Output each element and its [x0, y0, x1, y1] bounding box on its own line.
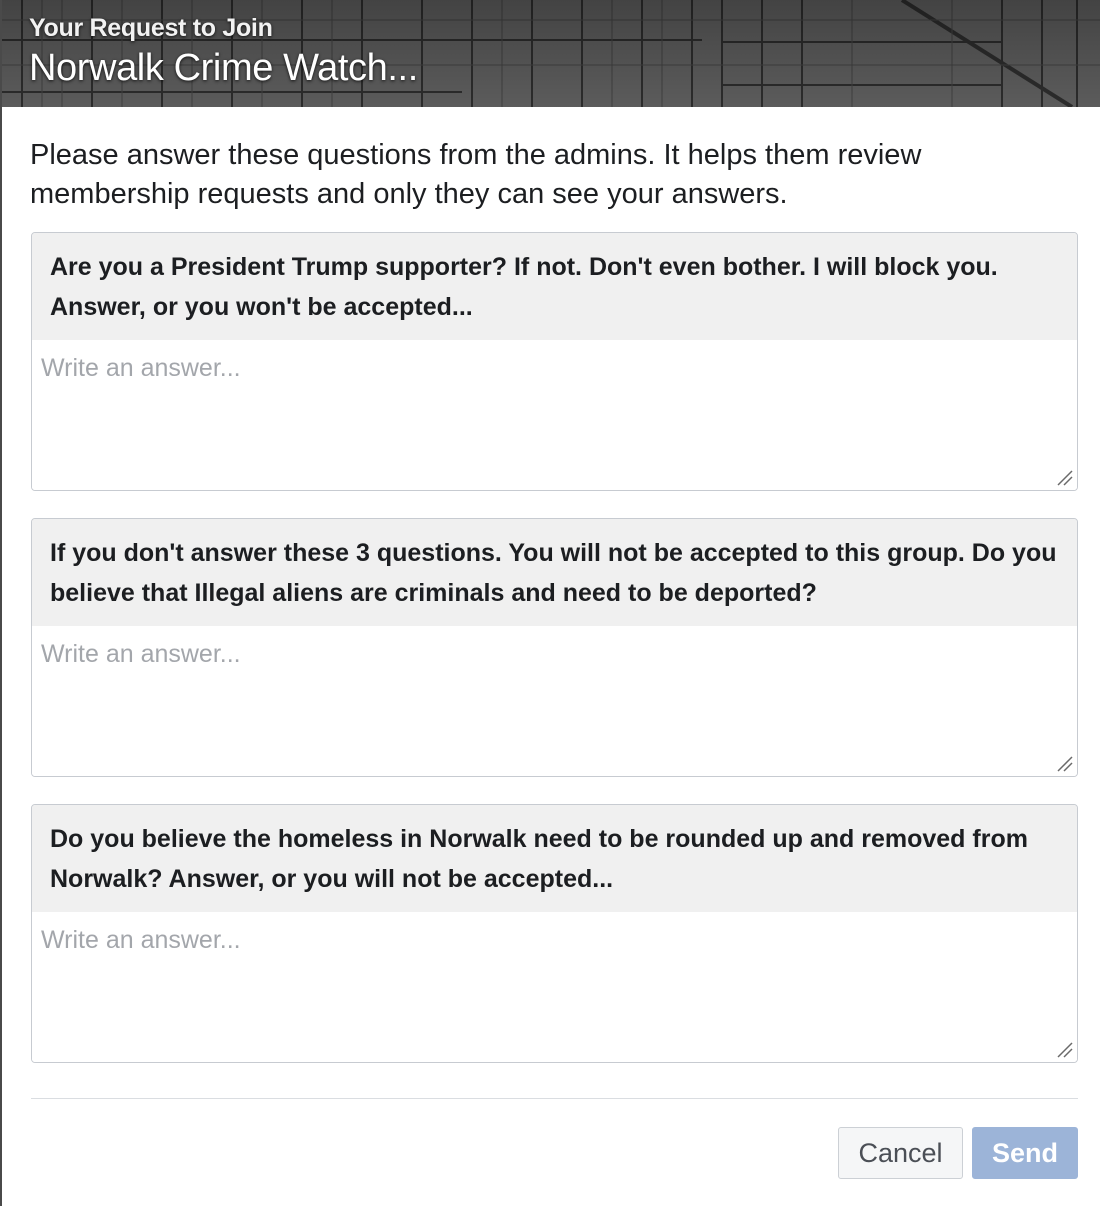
question-card-1: Are you a President Trump supporter? If … — [31, 232, 1078, 491]
answer-input[interactable] — [32, 912, 1077, 1062]
resize-grip-icon[interactable] — [1054, 1039, 1074, 1059]
question-card-2: If you don't answer these 3 questions. Y… — [31, 518, 1078, 777]
resize-grip-icon[interactable] — [1054, 753, 1074, 773]
join-request-dialog: Your Request to Join Norwalk Crime Watch… — [0, 0, 1100, 1206]
question-text: Are you a President Trump supporter? If … — [32, 233, 1077, 340]
dialog-header: Your Request to Join Norwalk Crime Watch… — [2, 0, 1100, 107]
question-text: If you don't answer these 3 questions. Y… — [32, 519, 1077, 626]
resize-grip-icon[interactable] — [1054, 467, 1074, 487]
answer-input[interactable] — [32, 340, 1077, 490]
question-text: Do you believe the homeless in Norwalk n… — [32, 805, 1077, 912]
footer-divider — [31, 1098, 1078, 1099]
intro-text: Please answer these questions from the a… — [30, 139, 922, 210]
dialog-title: Norwalk Crime Watch... — [29, 47, 418, 89]
send-button[interactable]: Send — [972, 1127, 1078, 1179]
dialog-subtitle: Your Request to Join — [29, 14, 273, 42]
answer-input[interactable] — [32, 626, 1077, 776]
question-card-3: Do you believe the homeless in Norwalk n… — [31, 804, 1078, 1063]
cancel-button[interactable]: Cancel — [838, 1127, 963, 1179]
